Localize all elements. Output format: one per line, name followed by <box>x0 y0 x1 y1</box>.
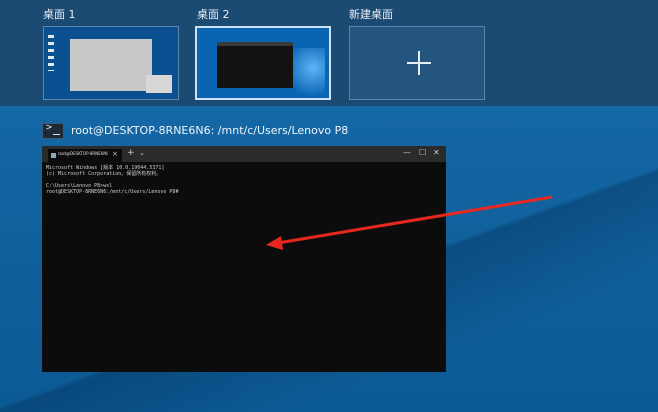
terminal-window-preview[interactable]: root@DESKTOP-8RNE6N6: /mnt/c/Users/Lenov… <box>42 146 446 372</box>
minimize-icon[interactable]: — <box>403 148 411 157</box>
chevron-down-icon[interactable]: ⌄ <box>139 149 145 157</box>
tab-terminal-icon <box>51 153 56 158</box>
terminal-preview-titlebar <box>217 42 293 46</box>
desktop-2-thumbnail[interactable] <box>195 26 331 100</box>
new-tab-icon[interactable]: + <box>127 148 135 158</box>
new-desktop-label: 新建桌面 <box>349 8 393 21</box>
desktop-1-label: 桌面 1 <box>43 8 76 21</box>
terminal-output: Microsoft Windows [版本 10.0.19044.5371] (… <box>46 165 442 195</box>
terminal-icon <box>42 122 64 139</box>
terminal-titlebar: root@DESKTOP-8RNE6N6: /mnt/c/Users/Lenov… <box>42 146 446 162</box>
desktop-icons-preview <box>48 35 54 71</box>
close-icon[interactable]: ✕ <box>433 148 440 157</box>
tab-close-icon[interactable]: × <box>112 150 118 158</box>
desktop-1-thumbnail[interactable] <box>43 26 179 100</box>
desktop-2-label: 桌面 2 <box>197 8 230 21</box>
tab-title: root@DESKTOP-8RNE6N6: /mnt/c/Users/Lenov… <box>58 151 108 156</box>
plus-icon <box>407 51 431 75</box>
terminal-preview <box>217 42 293 88</box>
terminal-tab[interactable]: root@DESKTOP-8RNE6N6: /mnt/c/Users/Lenov… <box>48 149 122 162</box>
new-desktop-button[interactable] <box>349 26 485 100</box>
window-preview <box>146 75 172 93</box>
window-preview <box>70 39 152 91</box>
maximize-icon[interactable]: ☐ <box>419 148 426 157</box>
task-view-desktop-strip: 桌面 1 桌面 2 新建桌面 <box>0 0 658 106</box>
window-title: root@DESKTOP-8RNE6N6: /mnt/c/Users/Lenov… <box>71 124 349 137</box>
terminal-line: root@DESKTOP-8RNE6N6:/mnt/c/Users/Lenovo… <box>46 189 179 195</box>
